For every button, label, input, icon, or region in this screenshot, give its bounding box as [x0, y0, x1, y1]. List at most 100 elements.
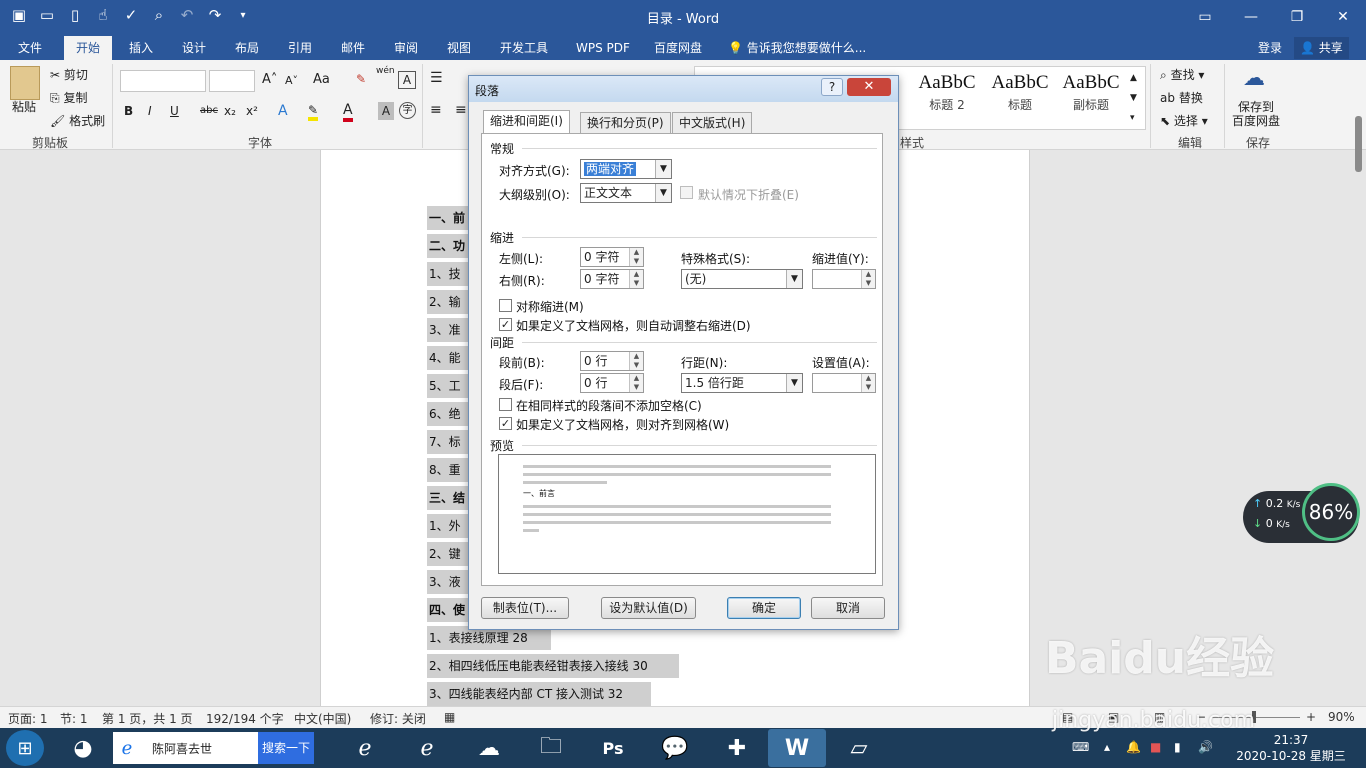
tabs-button[interactable]: 制表位(T)...	[481, 597, 569, 619]
macro-record-icon[interactable]: ▦	[444, 710, 455, 724]
find-button[interactable]: ⌕ 查找 ▾	[1160, 66, 1204, 83]
tab-view[interactable]: 视图	[439, 36, 479, 60]
tab-baidu-netdisk[interactable]: 百度网盘	[646, 36, 710, 60]
bold-button[interactable]: B	[124, 104, 133, 118]
close-icon[interactable]: ✕	[1320, 0, 1366, 33]
char-border-icon[interactable]: A	[398, 71, 416, 89]
outline-level-dropdown[interactable]: 正文文本 ▼	[580, 183, 672, 203]
toc-line[interactable]: 3、四线能表经内部 CT 接入测试 32	[427, 682, 651, 706]
cpu-usage-gauge[interactable]: 86%	[1302, 483, 1360, 541]
highlight-icon[interactable]: ✎	[308, 103, 319, 121]
vertical-scrollbar[interactable]	[1355, 116, 1362, 172]
font-size-combo[interactable]	[209, 70, 255, 92]
keyboard-icon[interactable]: ⌨	[1072, 740, 1089, 754]
zoom-in-icon[interactable]: +	[1306, 710, 1316, 724]
clear-format-icon[interactable]: ✎	[356, 72, 366, 86]
toc-line[interactable]: 一、前	[427, 206, 469, 230]
toc-line[interactable]: 3、准确	[427, 318, 469, 361]
tab-indents-spacing[interactable]: 缩进和间距(I)	[483, 110, 570, 134]
paste-icon[interactable]	[10, 66, 40, 100]
toc-line[interactable]: 2、键盘	[427, 542, 469, 585]
app-word-icon[interactable]: W	[768, 729, 826, 767]
select-button[interactable]: ⬉ 选择 ▾	[1160, 112, 1208, 129]
login-link[interactable]: 登录	[1258, 36, 1282, 60]
font-color-icon[interactable]: A	[343, 102, 353, 122]
superscript-button[interactable]: x²	[246, 104, 258, 118]
ok-button[interactable]: 确定	[727, 597, 801, 619]
text-effects-icon[interactable]: A	[278, 103, 288, 119]
app-notepad-icon[interactable]: ▱	[830, 729, 888, 767]
app-ie-blue-icon[interactable]: ℯ	[336, 729, 394, 767]
status-section[interactable]: 节: 1	[60, 710, 88, 727]
tab-insert[interactable]: 插入	[121, 36, 161, 60]
spinner-arrows-icon[interactable]: ▲ ▼	[629, 374, 643, 392]
phonetic-guide-icon[interactable]: wén	[376, 66, 395, 76]
space-after-input[interactable]: 0 行 ▲ ▼	[580, 373, 644, 393]
zoom-level[interactable]: 90%	[1328, 710, 1355, 724]
char-shading-icon[interactable]: A	[378, 102, 394, 120]
close-icon[interactable]: ✕	[847, 78, 891, 96]
toc-line[interactable]: 四、使	[427, 598, 469, 622]
style-subtitle[interactable]: AaBbC 副标题	[1056, 72, 1126, 113]
set-default-button[interactable]: 设为默认值(D)	[601, 597, 696, 619]
status-page-count[interactable]: 第 1 页，共 1 页	[102, 710, 193, 727]
tab-asian-typography[interactable]: 中文版式(H)	[672, 112, 753, 133]
tab-review[interactable]: 审阅	[386, 36, 426, 60]
auto-adjust-indent-checkbox[interactable]: ✓	[499, 318, 512, 331]
restore-icon[interactable]: ❐	[1274, 0, 1320, 33]
toc-line[interactable]: 2、输入	[427, 290, 469, 333]
left-indent-input[interactable]: 0 字符 ▲ ▼	[580, 247, 644, 267]
toc-line[interactable]: 6、绝缘	[427, 402, 469, 445]
tab-design[interactable]: 设计	[174, 36, 214, 60]
security-tray-icon[interactable]: ■	[1150, 740, 1161, 754]
tab-home[interactable]: 开始	[64, 36, 113, 60]
replace-button[interactable]: ab 替换	[1160, 89, 1203, 106]
cut-button[interactable]: ✂ 剪切	[50, 66, 88, 83]
app-wechat-icon[interactable]: 💬	[646, 729, 704, 767]
spinner-arrows-icon[interactable]: ▲ ▼	[861, 374, 875, 392]
ribbon-display-icon[interactable]: ▭	[1182, 0, 1228, 33]
spinner-arrows-icon[interactable]: ▲ ▼	[629, 270, 643, 288]
no-space-same-style-checkbox[interactable]	[499, 398, 512, 411]
status-track-changes[interactable]: 修订: 关闭	[370, 710, 426, 727]
toc-line[interactable]: 4、能耗	[427, 346, 469, 389]
line-spacing-at-input[interactable]: ▲ ▼	[812, 373, 876, 393]
toc-line[interactable]: 1、外形	[427, 514, 469, 557]
bullets-icon[interactable]: ☰	[430, 70, 443, 86]
styles-scroll-icon[interactable]: ▲ ▼ ▾	[1130, 68, 1137, 128]
shrink-font-icon[interactable]: A˅	[285, 74, 298, 87]
show-hidden-icon[interactable]: ▴	[1104, 740, 1110, 754]
toc-line[interactable]: 1、技术	[427, 262, 469, 305]
tab-line-page-breaks[interactable]: 换行和分页(P)	[580, 112, 671, 133]
notification-icon[interactable]: 🔔	[1126, 740, 1141, 754]
spinner-arrows-icon[interactable]: ▲ ▼	[861, 270, 875, 288]
tab-file[interactable]: 文件	[10, 36, 50, 60]
app-360-browser-icon[interactable]: ◕	[54, 729, 112, 767]
style-title[interactable]: AaBbC 标题	[985, 72, 1055, 113]
strikethrough-button[interactable]: abc	[200, 105, 218, 116]
help-icon[interactable]: ?	[821, 78, 843, 96]
app-file-explorer-icon[interactable]: 🗀	[522, 729, 580, 767]
status-word-count[interactable]: 192/194 个字	[206, 710, 284, 727]
tell-me-box[interactable]: 💡 告诉我您想要做什么...	[728, 36, 866, 60]
toc-line[interactable]: 3、液晶	[427, 570, 469, 613]
tab-developer[interactable]: 开发工具	[492, 36, 556, 60]
toc-line[interactable]: 二、功	[427, 234, 469, 258]
spinner-arrows-icon[interactable]: ▲ ▼	[629, 352, 643, 370]
tab-mailings[interactable]: 邮件	[333, 36, 373, 60]
copy-button[interactable]: ⎘ 复制	[50, 89, 87, 106]
toc-line[interactable]: 7、标准	[427, 430, 469, 473]
tab-references[interactable]: 引用	[280, 36, 320, 60]
start-button-icon[interactable]: ⊞	[6, 730, 44, 766]
alignment-dropdown[interactable]: 两端对齐 ▼	[580, 159, 672, 179]
indent-by-input[interactable]: ▲ ▼	[812, 269, 876, 289]
baidu-cloud-icon[interactable]: ☁	[1243, 66, 1265, 91]
tab-wps-pdf[interactable]: WPS PDF	[568, 36, 638, 60]
special-indent-dropdown[interactable]: (无) ▼	[681, 269, 803, 289]
toc-line[interactable]: 三、结	[427, 486, 469, 510]
toc-line[interactable]: 8、重量	[427, 458, 469, 501]
volume-icon[interactable]: 🔊	[1198, 740, 1213, 754]
format-painter-button[interactable]: 🖌 格式刷	[50, 112, 105, 129]
align-center-icon[interactable]: ≡	[455, 102, 467, 118]
toc-line[interactable]: 2、相四线低压电能表经钳表接入接线 30	[427, 654, 679, 678]
